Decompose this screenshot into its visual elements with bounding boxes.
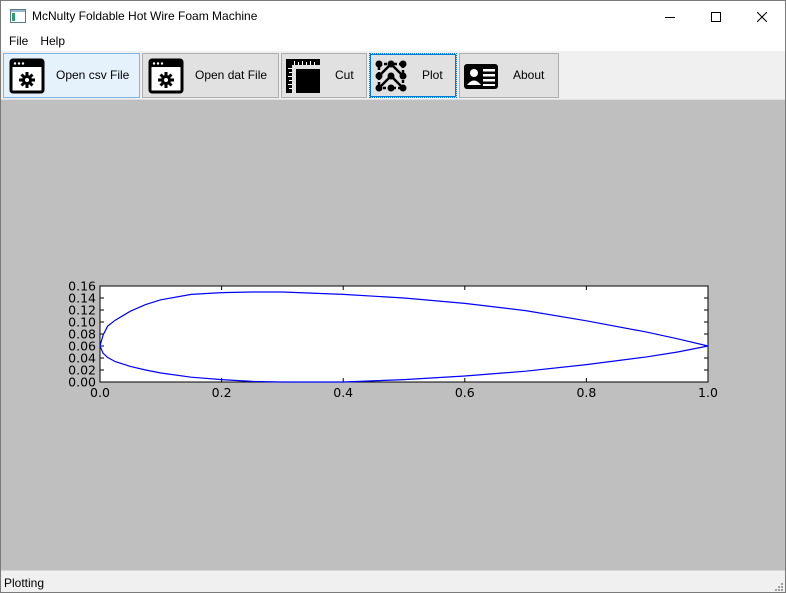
status-bar: Plotting — [1, 570, 785, 592]
x-tick-label: 0.4 — [333, 385, 353, 400]
menu-bar: File Help — [1, 32, 785, 51]
resize-grip-icon[interactable] — [773, 580, 783, 591]
plot-canvas-area: 0.0 0.2 0.4 0.6 0.8 1.0 0.00 0.02 0.04 0.06 0.08 0.… — [1, 100, 785, 570]
cut-button[interactable]: Cut — [281, 53, 367, 98]
id-card-icon — [463, 58, 499, 94]
y-tick-label: 0.16 — [68, 279, 96, 294]
plot-label: Plot — [422, 68, 443, 82]
ruler-square-icon — [285, 58, 321, 94]
plot-button[interactable]: Plot — [369, 53, 457, 98]
cut-label: Cut — [335, 68, 354, 82]
x-tick-label: 1.0 — [698, 385, 718, 400]
open-csv-label: Open csv File — [56, 68, 130, 82]
menu-file[interactable]: File — [3, 32, 34, 51]
maximize-icon — [711, 11, 721, 22]
node-graph-icon — [373, 58, 409, 94]
gear-window-icon — [9, 58, 45, 94]
x-tick-label: 0.6 — [455, 385, 475, 400]
menu-help[interactable]: Help — [34, 32, 71, 51]
app-window-icon — [10, 9, 26, 23]
minimize-icon — [665, 16, 675, 18]
title-bar: McNulty Foldable Hot Wire Foam Machine — [1, 1, 785, 32]
close-icon — [757, 11, 767, 22]
x-tick-label: 0.2 — [212, 385, 232, 400]
about-button[interactable]: About — [459, 53, 559, 98]
maximize-button[interactable] — [693, 1, 739, 32]
minimize-button[interactable] — [647, 1, 693, 32]
about-label: About — [513, 68, 545, 82]
plot-axes — [99, 285, 709, 383]
airfoil-plot: 0.0 0.2 0.4 0.6 0.8 1.00.000.020.040.060.080.… — [68, 279, 718, 401]
close-button[interactable] — [739, 1, 785, 32]
x-tick-label: 0.8 — [576, 385, 596, 400]
open-dat-label: Open dat File — [195, 68, 268, 82]
open-dat-button[interactable]: Open dat File — [142, 53, 279, 98]
toolbar: Open csv File Open dat File Cut Plot Abo… — [1, 51, 785, 100]
open-csv-button[interactable]: Open csv File — [3, 53, 140, 98]
status-text: Plotting — [4, 576, 45, 590]
gear-window-icon — [148, 58, 184, 94]
window-title: McNulty Foldable Hot Wire Foam Machine — [32, 9, 258, 23]
